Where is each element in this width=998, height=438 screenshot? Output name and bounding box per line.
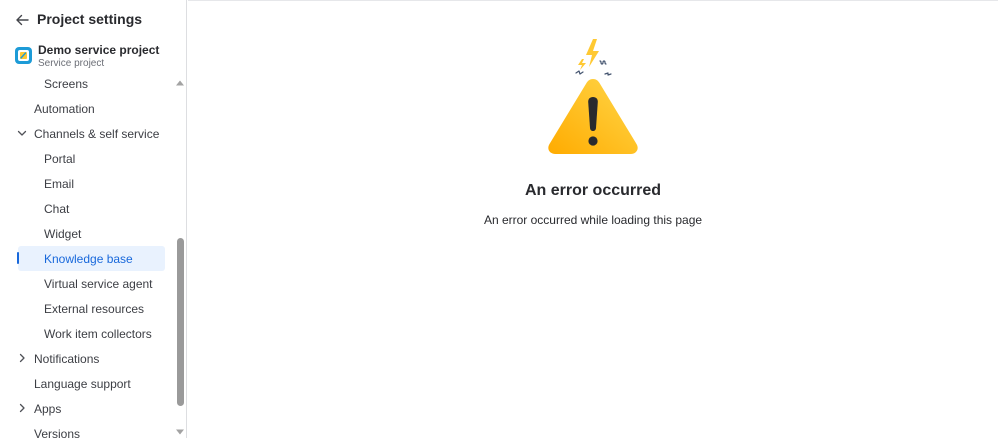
chevron-right-icon	[17, 403, 27, 413]
sidebar-item-chat[interactable]: Chat	[18, 196, 165, 221]
sidebar-item-label: Work item collectors	[44, 326, 152, 341]
sidebar-item-apps[interactable]: Apps	[18, 396, 165, 421]
sidebar-item-portal[interactable]: Portal	[18, 146, 165, 171]
project-settings-sidebar: Project settings Demo service project Se…	[0, 0, 187, 438]
warning-triangle-icon	[548, 39, 638, 154]
error-title: An error occurred	[524, 182, 662, 199]
back-button[interactable]	[12, 10, 32, 30]
sidebar-item-label: Apps	[34, 401, 62, 416]
service-project-icon	[15, 47, 32, 64]
sidebar-item-work-item-collectors[interactable]: Work item collectors	[18, 321, 165, 346]
sidebar-item-label: Notifications	[34, 351, 100, 366]
sidebar-item-external-resources[interactable]: External resources	[18, 296, 165, 321]
scrollbar-thumb[interactable]	[177, 238, 184, 406]
active-indicator	[17, 252, 19, 264]
page-title: Project settings	[37, 11, 143, 27]
main-content: An error occurred An error occurred whil…	[188, 1, 998, 438]
sidebar-item-label: Knowledge base	[44, 251, 133, 266]
scroll-up-arrow-icon[interactable]	[176, 79, 184, 87]
sidebar-item-channels-self-service[interactable]: Channels & self service	[17, 121, 165, 146]
sidebar-item-screens[interactable]: Screens	[18, 71, 165, 96]
sidebar-item-label: Automation	[34, 101, 95, 116]
sidebar-item-label: Portal	[44, 151, 76, 166]
sidebar-item-knowledge-base[interactable]: Knowledge base	[17, 246, 165, 271]
sidebar-item-label: Chat	[44, 201, 70, 216]
sidebar-item-language-support[interactable]: Language support	[18, 371, 165, 396]
project-name: Demo service project	[38, 43, 160, 57]
sidebar-header: Project settings	[0, 0, 186, 40]
sidebar-item-virtual-service-agent[interactable]: Virtual service agent	[18, 271, 165, 296]
sidebar-item-label: Email	[44, 176, 75, 191]
project-header: Demo service project Service project	[0, 42, 186, 72]
sidebar-item-label: Screens	[44, 76, 89, 91]
sidebar-item-label: Versions	[34, 426, 81, 438]
sidebar-item-notifications[interactable]: Notifications	[18, 346, 165, 371]
sidebar-item-automation[interactable]: Automation	[18, 96, 165, 121]
sidebar-item-widget[interactable]: Widget	[18, 221, 165, 246]
sidebar-item-label: Virtual service agent	[44, 276, 153, 291]
sidebar-item-versions[interactable]: Versions	[18, 421, 165, 438]
sidebar-item-email[interactable]: Email	[18, 171, 165, 196]
sidebar-item-label: Language support	[34, 376, 131, 391]
chevron-right-icon	[17, 353, 27, 363]
sidebar-scrollbar[interactable]	[173, 76, 186, 438]
chevron-down-icon	[17, 128, 27, 138]
project-type: Service project	[38, 58, 105, 69]
arrow-left-icon	[16, 14, 29, 26]
scroll-down-arrow-icon[interactable]	[176, 428, 184, 436]
sidebar-item-label: External resources	[44, 301, 145, 316]
sidebar-item-label: Widget	[44, 226, 82, 241]
error-description: An error occurred while loading this pag…	[483, 213, 703, 227]
sidebar-item-label: Channels & self service	[34, 126, 160, 141]
